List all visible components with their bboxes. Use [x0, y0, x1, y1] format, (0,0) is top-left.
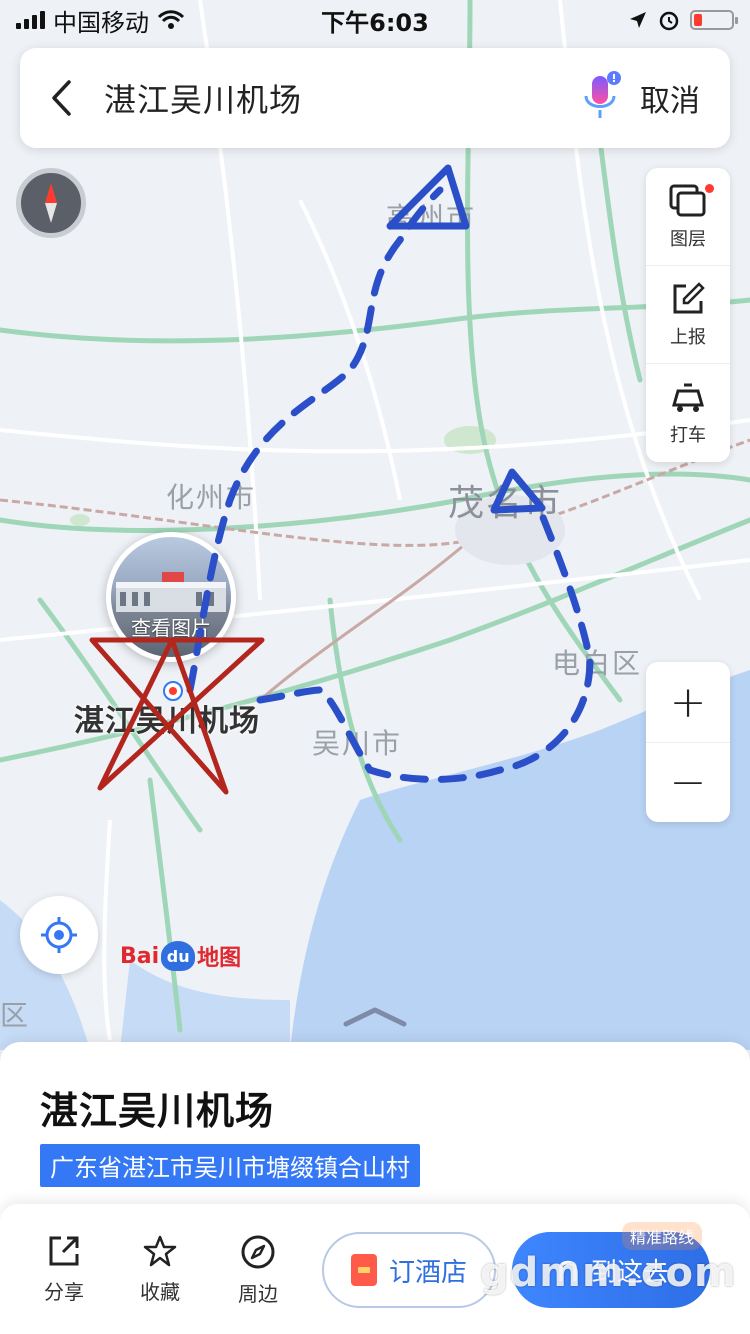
compass-needle-icon — [45, 183, 57, 223]
search-query[interactable]: 湛江吴川机场 — [104, 75, 302, 121]
place-name: 湛江吴川机场 — [40, 1089, 275, 1133]
report-label: 上报 — [670, 326, 706, 348]
map-label-huazhou: 化州市 — [166, 481, 257, 514]
location-arrow-icon — [630, 12, 646, 28]
baidu-map-logo: Bai du 地图 — [120, 940, 241, 972]
book-hotel-label: 订酒店 — [388, 1257, 467, 1288]
expand-sheet-handle[interactable] — [342, 1004, 408, 1028]
watermark-text: gdmm.com — [480, 1250, 737, 1296]
taxi-icon — [672, 383, 704, 412]
airport-photo — [116, 572, 226, 612]
compass-button[interactable] — [16, 168, 86, 238]
cancel-button[interactable]: 取消 — [640, 76, 700, 120]
nearby-label: 周边 — [238, 1282, 278, 1306]
nearby-button[interactable]: 周边 — [218, 1234, 298, 1307]
favorite-button[interactable]: 收藏 — [120, 1234, 200, 1305]
book-hotel-button[interactable]: 订酒店 — [322, 1232, 496, 1308]
view-photo-button[interactable]: 查看图片 — [106, 532, 236, 662]
star-icon — [143, 1235, 177, 1267]
view-photo-label: 查看图片 — [131, 616, 211, 640]
share-label: 分享 — [44, 1280, 84, 1304]
back-arrow-icon — [52, 80, 71, 116]
microphone-icon — [584, 71, 621, 118]
layers-label: 图层 — [670, 228, 706, 250]
wifi-icon — [157, 10, 185, 29]
route-tag-badge: 精准路线 — [622, 1222, 703, 1250]
map-tools-panel: 图层 上报 打车 — [646, 168, 730, 462]
carrier-name: 中国移动 — [53, 8, 149, 37]
map-label-gaozhou: 高州市 — [386, 201, 477, 234]
airport-map-label[interactable]: 湛江吴川机场 — [74, 696, 260, 740]
favorite-label: 收藏 — [140, 1280, 180, 1304]
cellular-signal-icon — [16, 11, 45, 29]
layers-button[interactable]: 图层 — [646, 168, 730, 266]
layers-icon — [669, 184, 706, 216]
airport-pin-icon[interactable] — [162, 680, 184, 702]
zoom-out-button[interactable]: − — [646, 742, 730, 822]
place-address: 广东省湛江市吴川市塘缀镇合山村 — [40, 1144, 420, 1187]
zoom-in-button[interactable]: + — [646, 662, 730, 742]
search-bar[interactable]: 湛江吴川机场 取消 — [20, 48, 730, 148]
paw-icon: du — [161, 941, 196, 971]
hotel-icon — [350, 1254, 377, 1286]
status-bar: 中国移动 下午6:03 — [0, 0, 750, 40]
share-button[interactable]: 分享 — [24, 1234, 104, 1305]
battery-icon — [690, 10, 738, 30]
map-label-wuchuan: 吴川市 — [312, 727, 403, 760]
voice-search-button[interactable] — [580, 70, 624, 126]
alarm-icon — [659, 11, 679, 31]
report-icon — [673, 281, 705, 313]
map-label-maoming: 茂名市 — [448, 483, 563, 524]
zoom-controls: + − — [646, 662, 730, 822]
back-button[interactable] — [50, 78, 86, 118]
notification-dot — [705, 184, 714, 193]
share-icon — [49, 1236, 79, 1266]
crosshair-icon — [41, 917, 77, 953]
locate-me-button[interactable] — [20, 896, 98, 974]
taxi-button[interactable]: 打车 — [646, 364, 730, 462]
map-label-dianbai: 电白区 — [552, 647, 643, 680]
report-button[interactable]: 上报 — [646, 266, 730, 364]
taxi-label: 打车 — [670, 425, 706, 446]
map-label-edge: 区 — [0, 999, 31, 1032]
compass-icon — [241, 1235, 275, 1269]
